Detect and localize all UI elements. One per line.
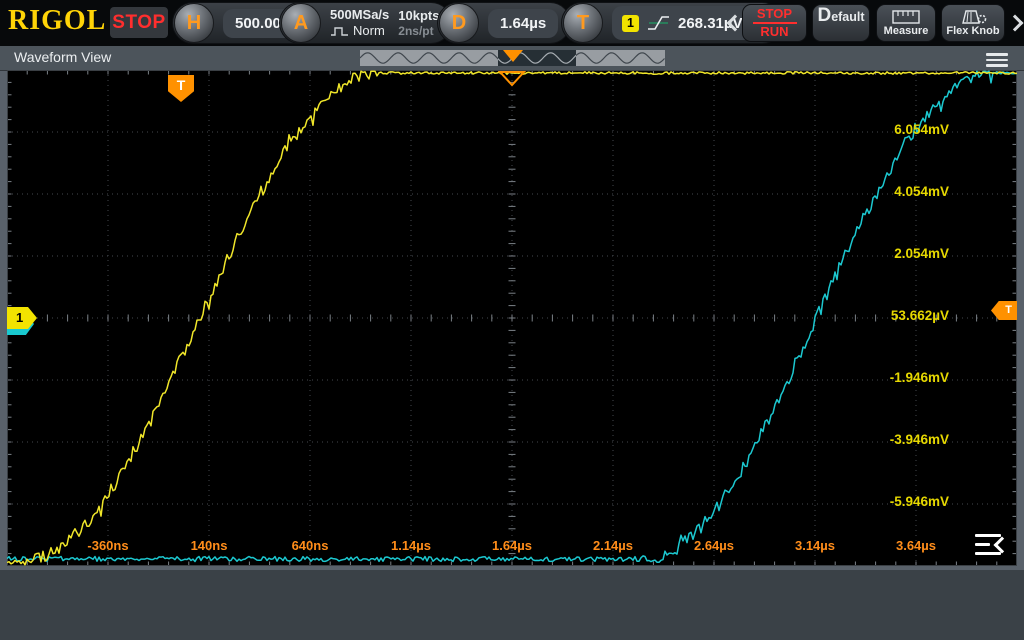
sample-resolution: 2ns/pt: [398, 24, 439, 38]
pulse-icon: [330, 26, 349, 36]
bottom-status-bar: R CH1 2.00mV/ Ω -53.66µV CH2 2.00mV/: [0, 570, 1024, 640]
toolbar-scroll-right-icon[interactable]: [1007, 15, 1024, 32]
window-menu-icon[interactable]: [986, 53, 1008, 67]
y-tick-label: 2.054mV: [894, 246, 949, 261]
measure-button[interactable]: Measure: [876, 4, 936, 42]
knob-icon: [958, 9, 988, 24]
y-tick-label: 4.054mV: [894, 184, 949, 199]
x-tick-label: 640ns: [270, 538, 350, 553]
default-label-initial: D: [817, 5, 831, 27]
y-tick-label: 6.054mV: [894, 122, 949, 137]
x-tick-label: -360ns: [68, 538, 148, 553]
horizontal-knob[interactable]: H: [174, 3, 214, 43]
x-tick-label: 1.14µs: [371, 538, 451, 553]
acquisition-status[interactable]: STOP: [110, 7, 168, 38]
x-tick-label: 3.64µs: [876, 538, 956, 553]
stop-run-button[interactable]: STOP RUN: [742, 4, 807, 42]
rising-edge-icon: [646, 12, 671, 34]
run-label: RUN: [760, 25, 788, 39]
waveform-preview-strip[interactable]: [360, 50, 665, 66]
ruler-icon: [892, 10, 920, 24]
delay-knob[interactable]: D: [439, 3, 479, 43]
stop-label: STOP: [757, 7, 792, 21]
window-title: Waveform View: [14, 49, 111, 65]
y-tick-label: 53.662µV: [891, 308, 949, 323]
flex-knob-label: Flex Knob: [946, 25, 999, 37]
measure-label: Measure: [884, 25, 929, 37]
delay-group: D 1.64µs: [437, 2, 571, 44]
y-tick-label: -3.946mV: [890, 432, 949, 447]
trigger-source-badge: 1: [622, 15, 639, 32]
default-button[interactable]: Default: [812, 4, 870, 42]
trigger-knob[interactable]: T: [563, 3, 603, 43]
x-tick-label: 2.64µs: [674, 538, 754, 553]
flex-knob-button[interactable]: Flex Knob: [941, 4, 1005, 42]
sample-rate-block[interactable]: 500MSa/s Norm: [330, 7, 389, 38]
trigger-delay-marker-icon[interactable]: [498, 71, 526, 87]
default-label-rest: efault: [831, 10, 864, 24]
memory-depth-block[interactable]: 10kpts 2ns/pt: [398, 8, 439, 38]
x-tick-label: 2.14µs: [573, 538, 653, 553]
delay-value[interactable]: 1.64µs: [488, 9, 558, 38]
waveform-plot: [7, 70, 1017, 566]
y-tick-label: -1.946mV: [890, 370, 949, 385]
sample-rate: 500MSa/s: [330, 7, 389, 23]
x-tick-label: 140ns: [169, 538, 249, 553]
top-toolbar: RIGOL STOP H 500.00ns/ A 500MSa/s Norm 1…: [0, 0, 1024, 46]
acquisition-group: A 500MSa/s Norm 10kpts 2ns/pt: [279, 2, 452, 44]
oscilloscope-screen: RIGOL STOP H 500.00ns/ A 500MSa/s Norm 1…: [0, 0, 1024, 640]
rigol-logo: RIGOL: [8, 5, 106, 37]
acquisition-knob[interactable]: A: [281, 3, 321, 43]
y-tick-label: -5.946mV: [890, 494, 949, 509]
acq-mode: Norm: [353, 23, 385, 39]
x-tick-label: 3.14µs: [775, 538, 855, 553]
display-menu-collapse-icon[interactable]: [975, 532, 1011, 558]
memory-depth: 10kpts: [398, 8, 439, 24]
waveform-display-area[interactable]: T 1 T -360ns140ns640ns1.14µs1.64µs2.14µs…: [7, 70, 1017, 566]
x-tick-label: 1.64µs: [472, 538, 552, 553]
